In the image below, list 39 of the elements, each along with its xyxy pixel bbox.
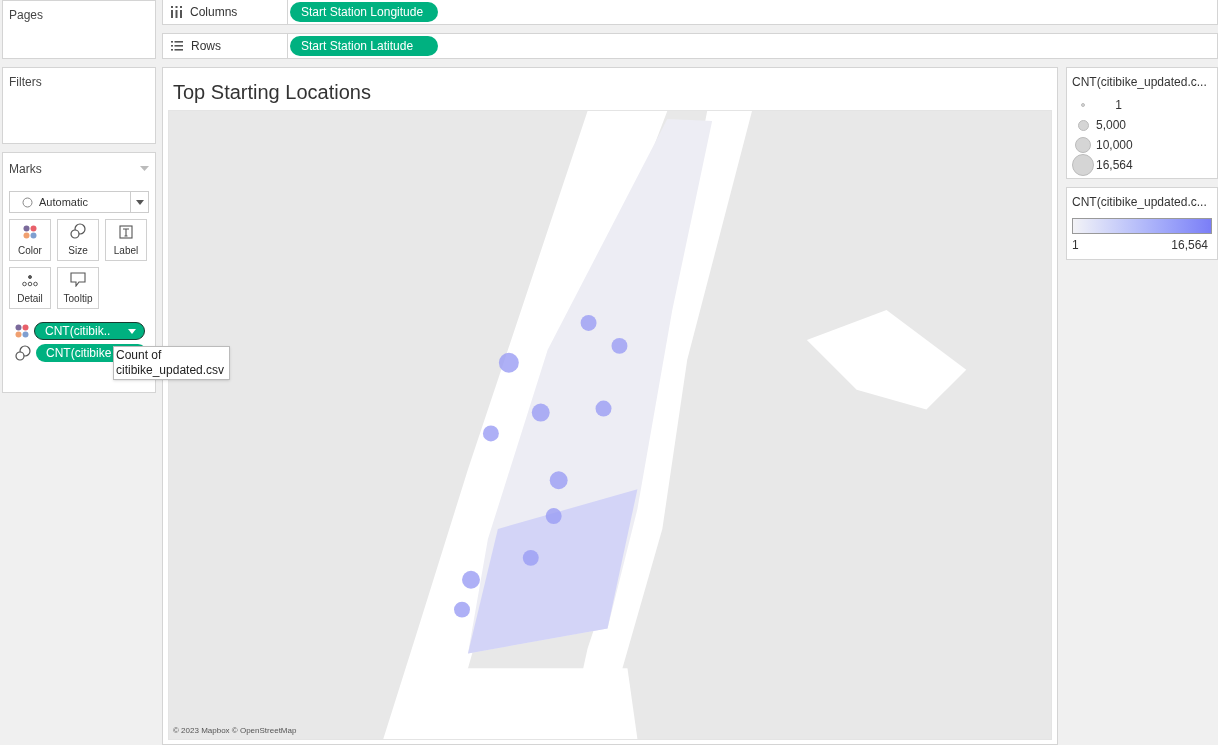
- color-dots-icon: [15, 324, 29, 338]
- legend-value: 5,000: [1096, 117, 1128, 134]
- dropdown-caret-icon[interactable]: [140, 166, 149, 172]
- marks-property-button[interactable]: Detail: [9, 267, 51, 309]
- panel-title: Marks: [9, 161, 42, 178]
- legend-value: 16,564: [1096, 157, 1134, 174]
- size-legend-circle: [1072, 154, 1094, 176]
- dropdown-caret-icon: [135, 199, 144, 205]
- columns-icon: [171, 5, 182, 18]
- mark-type-dropdown[interactable]: Automatic: [9, 191, 149, 213]
- hover-tooltip: Count of citibike_updated.csv: [113, 346, 230, 380]
- legend-value: 1: [1072, 237, 1079, 254]
- legend-value: 1: [1114, 97, 1123, 114]
- size-legend-circle: [1075, 137, 1091, 153]
- marks-property-button[interactable]: Tooltip: [57, 267, 99, 309]
- legend-value: 16,564: [1171, 237, 1209, 254]
- shelf-label: Columns: [190, 3, 238, 21]
- panel-title: Pages: [9, 7, 45, 24]
- detail-dots-icon: [22, 275, 38, 287]
- size-legend-circle: [1081, 103, 1085, 107]
- legend-title: CNT(citibike_updated.c...: [1072, 74, 1208, 91]
- legend-value: 10,000: [1096, 137, 1134, 154]
- worksheet-title: Top Starting Locations: [172, 80, 372, 105]
- legend-title: CNT(citibike_updated.c...: [1072, 194, 1208, 211]
- speech-bubble-icon: [70, 272, 86, 287]
- rows-icon: [171, 41, 183, 51]
- marks-property-button[interactable]: Size: [57, 219, 99, 261]
- marks-property-button[interactable]: Label: [105, 219, 147, 261]
- dropdown-caret-icon: [128, 328, 136, 334]
- color-dots-icon: [23, 225, 37, 239]
- size-circles-icon: [70, 223, 86, 239]
- size-legend-circle: [1077, 119, 1089, 131]
- marks-property-button[interactable]: Color: [9, 219, 51, 261]
- panel-title: Filters: [9, 74, 43, 91]
- shelf-label: Rows: [191, 38, 221, 55]
- map-attribution: © 2023 Mapbox © OpenStreetMap: [173, 725, 297, 737]
- size-circles-icon: [15, 345, 31, 361]
- circle-icon: [22, 196, 33, 208]
- text-label-icon: [119, 225, 133, 239]
